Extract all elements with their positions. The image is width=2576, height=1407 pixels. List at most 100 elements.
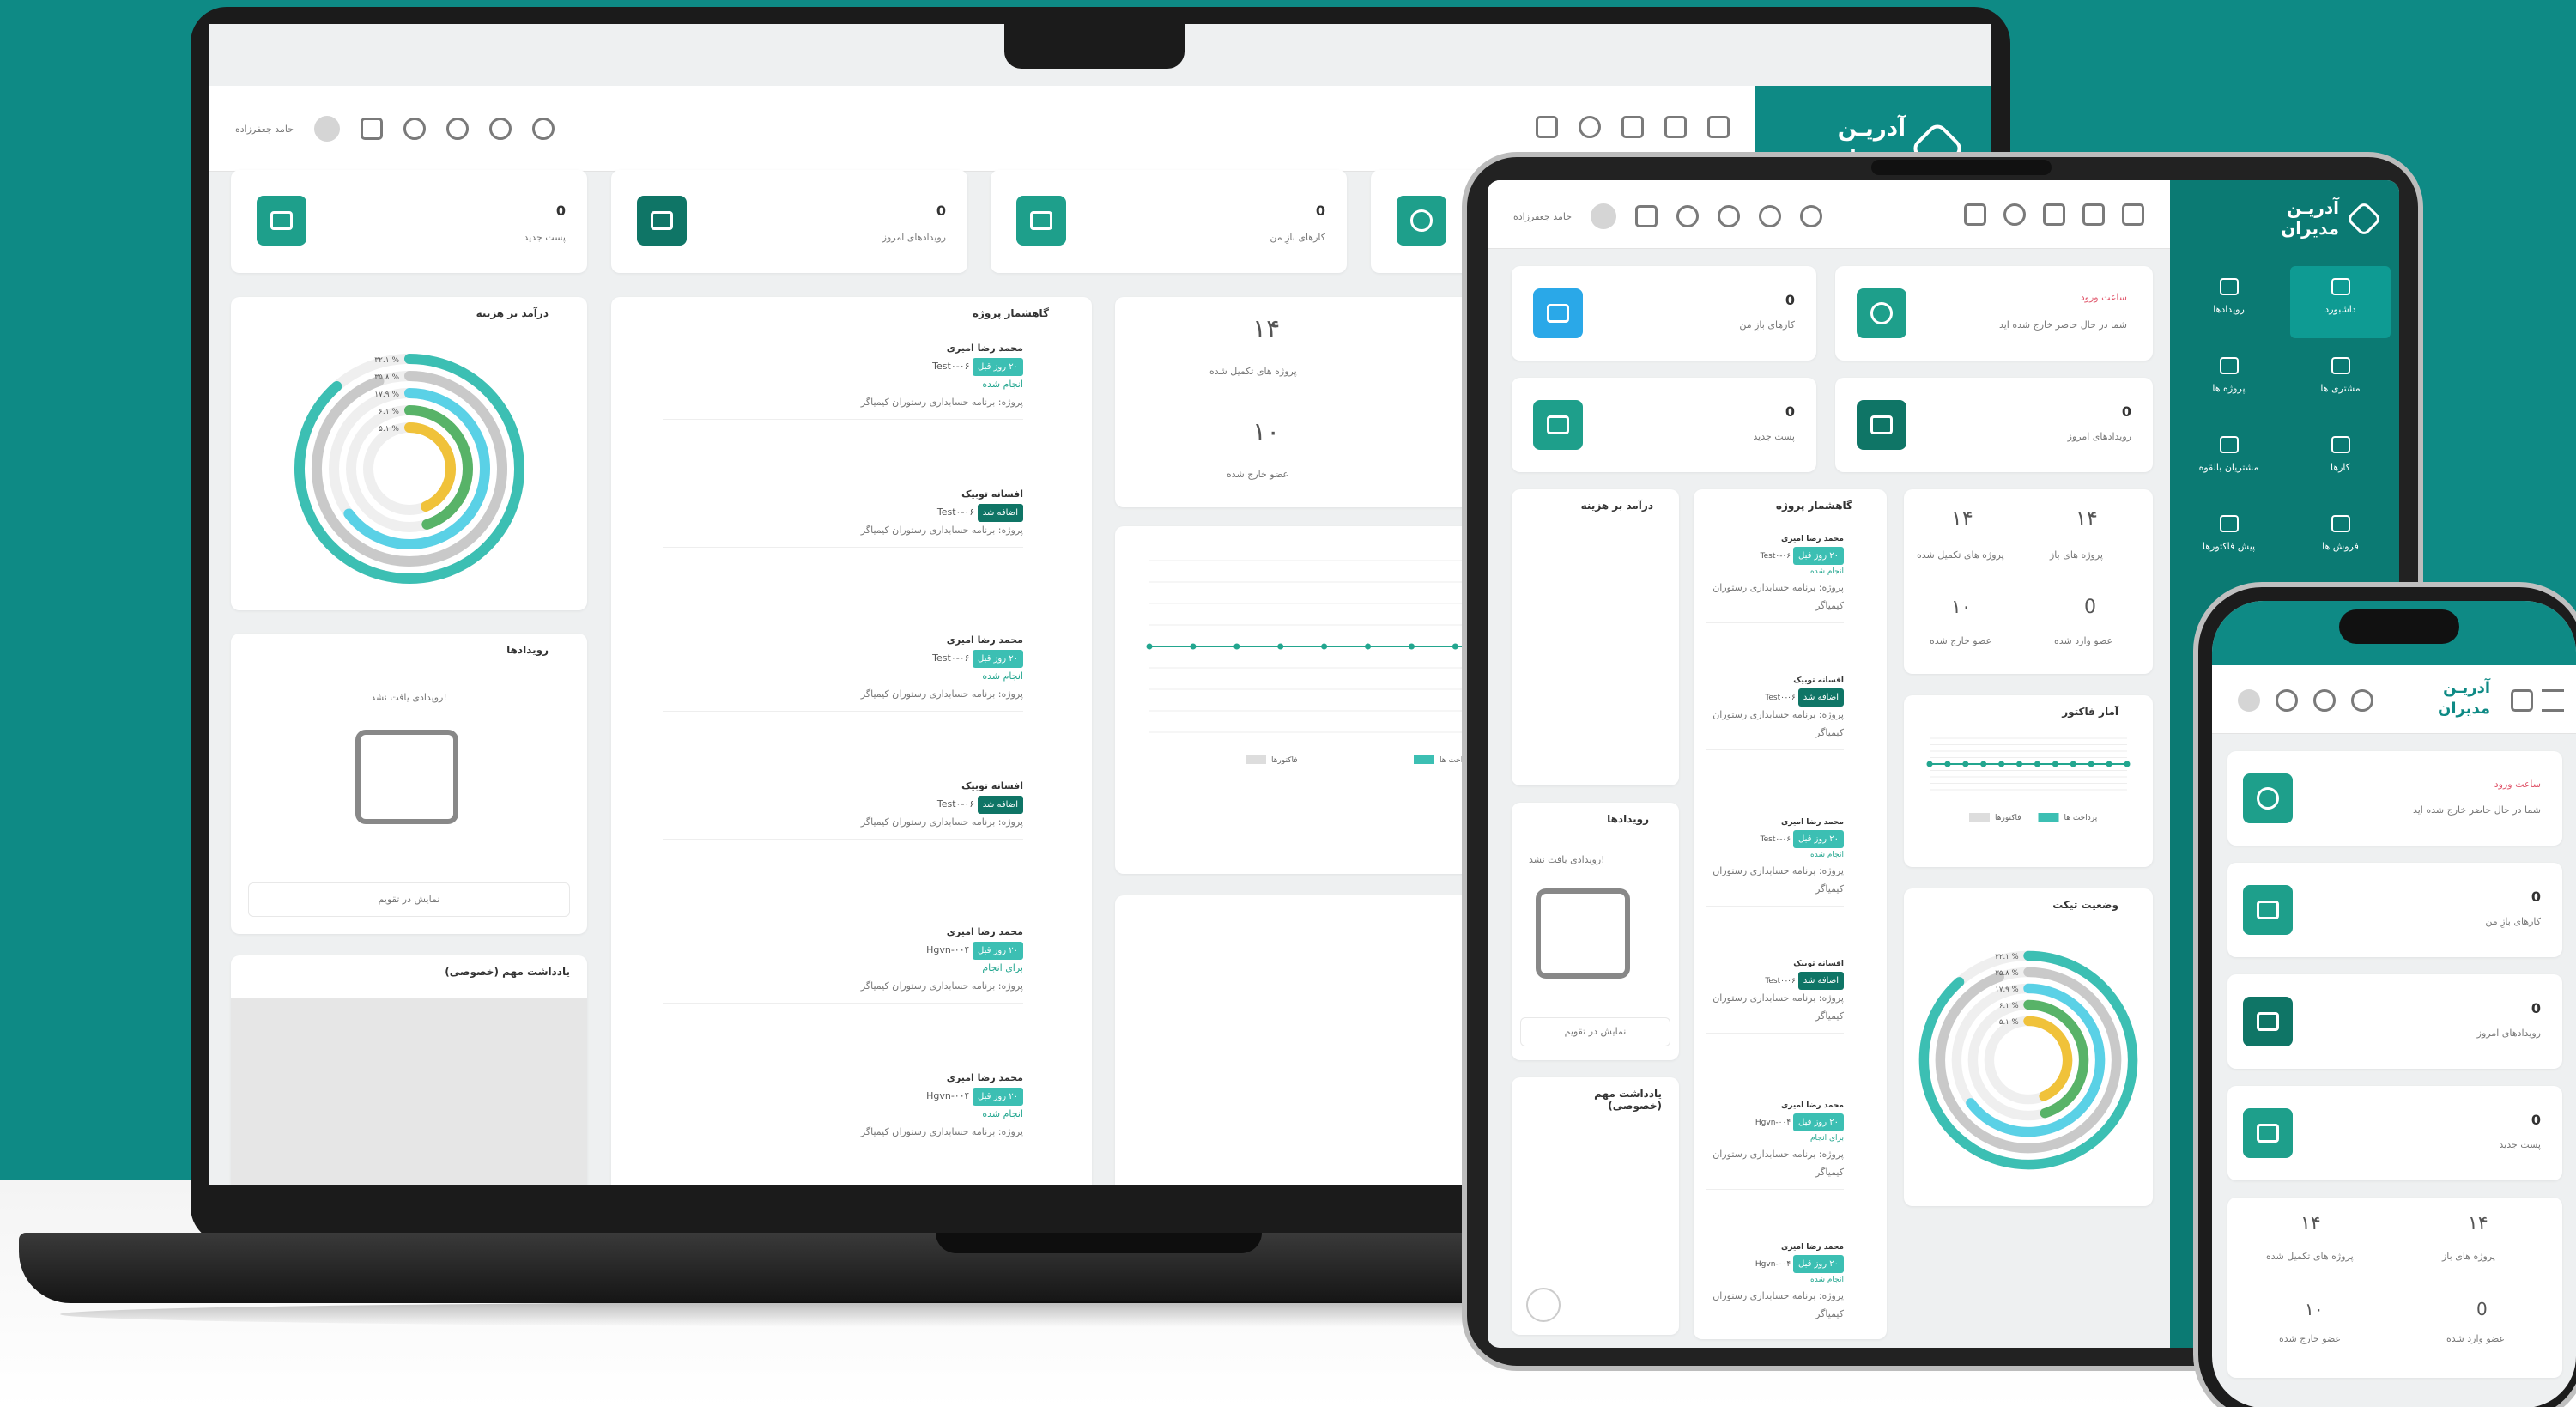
card-new-posts[interactable]: 0 پست جدید <box>2227 1086 2562 1180</box>
tasks-value: 0 <box>1315 203 1325 219</box>
menu-icon[interactable] <box>2542 689 2564 712</box>
open-label: پروژه های باز <box>2050 549 2103 561</box>
card-open-tasks[interactable]: 0 کارهای بازِ من <box>991 170 1347 273</box>
cart-icon <box>2331 515 2350 532</box>
card-today-events[interactable]: 0 رویدادهای امروز <box>2227 974 2562 1069</box>
card-new-posts[interactable]: 0 پست جدید <box>1512 378 1816 472</box>
data-point <box>1146 643 1153 650</box>
sidebar-item[interactable]: فروش ها <box>2290 503 2391 575</box>
monitor-icon[interactable] <box>1964 203 1986 226</box>
mail-icon[interactable] <box>1635 205 1658 227</box>
globe-icon[interactable] <box>1718 205 1741 227</box>
sidebar-item[interactable]: داشبورد <box>2290 266 2391 338</box>
layout-icon[interactable] <box>1664 116 1687 138</box>
user-icon[interactable] <box>1579 116 1601 138</box>
activity-item[interactable]: محمد رضا امیری ۲۰ روز قبل Hgvn-۰۰۴ برای ان… <box>663 924 1023 1004</box>
events-label: رویدادهای امروز <box>2067 431 2131 442</box>
invoice-chart-panel: پرداخت ها فاکتورها <box>1115 526 1476 874</box>
clock-icon <box>1857 288 1906 338</box>
menu-icon[interactable] <box>1707 116 1730 138</box>
activity-name: محمد رضا امیری <box>1781 1101 1844 1110</box>
legend-swatch <box>2038 813 2059 822</box>
activity-name: افسانه توبیک <box>1793 676 1844 685</box>
chat-button[interactable] <box>1526 1288 1561 1322</box>
invoice-line-chart: پرداخت هافاکتورها <box>1146 560 1476 765</box>
activity-item[interactable]: افسانه توبیک اضافه شد Test۰-۰۶ پروژه: برنا… <box>1706 674 1844 750</box>
ring-label: ۳۵.۸ % <box>1995 969 2018 978</box>
completed-label: پروژه های تکمیل شده <box>2266 1251 2354 1262</box>
sidebar-brand-line2: مدیران <box>2281 218 2339 239</box>
user-name[interactable]: حامد جعفرزاده <box>235 124 294 135</box>
search-icon[interactable] <box>1800 205 1823 227</box>
sidebar-item[interactable]: رویدادها <box>2179 266 2279 338</box>
data-point <box>1321 643 1328 650</box>
qr-icon[interactable] <box>2043 203 2065 226</box>
card-checkin[interactable]: ساعت ورود شما در حال حاضر خارج شده اید <box>2227 751 2562 846</box>
activity-item[interactable]: افسانه توبیک اضافه شد Test۰-۰۶ پروژه: برنا… <box>663 778 1023 840</box>
globe-icon[interactable] <box>2313 689 2336 712</box>
qr-icon[interactable] <box>1621 116 1644 138</box>
record-icon[interactable] <box>1759 205 1782 227</box>
record-icon[interactable] <box>489 118 512 140</box>
activity-item[interactable]: افسانه توبیک اضافه شد Test۰-۰۶ پروژه: برنا… <box>1706 957 1844 1034</box>
left-label: عضو خارج شده <box>2279 1333 2342 1344</box>
activity-item[interactable]: افسانه توبیک اضافه شد Test۰-۰۶ پروژه: برنا… <box>663 486 1023 548</box>
avatar[interactable] <box>2238 689 2260 712</box>
search-icon[interactable] <box>532 118 555 140</box>
activity-badge: ۲۰ روز قبل <box>1793 830 1844 849</box>
data-point <box>2052 761 2058 767</box>
sidebar-item[interactable]: مشتریان بالقوه <box>2179 424 2279 496</box>
card-open-tasks[interactable]: 0 کارهای بازِ من <box>2227 863 2562 957</box>
calendar-link[interactable]: نمایش در تقویم <box>1520 1017 1670 1046</box>
avatar[interactable] <box>1591 203 1617 229</box>
activity-item[interactable]: محمد رضا امیری ۲۰ روز قبل Test۰-۰۶ انجام ش… <box>663 632 1023 712</box>
activity-project: پروژه: برنامه حسابداری رستوران کیمیاگر <box>1712 1149 1844 1179</box>
activity-item[interactable]: محمد رضا امیری ۲۰ روز قبل Test۰-۰۶ انجام ش… <box>1706 532 1844 623</box>
activity-item[interactable]: محمد رضا امیری ۲۰ روز قبل Test۰-۰۶ انجام ش… <box>1706 816 1844 907</box>
calendar-icon <box>355 730 458 824</box>
menu-icon[interactable] <box>2122 203 2144 226</box>
user-icon[interactable] <box>2003 203 2026 226</box>
avatar[interactable] <box>314 116 341 142</box>
activity-project: پروژه: برنامه حسابداری رستوران کیمیاگر <box>860 1125 1023 1137</box>
calendar-link[interactable]: نمایش در تقویم <box>248 882 570 917</box>
activity-item[interactable]: محمد رضا امیری ۲۰ روز قبل Hgvn-۰۰۴ انجام ش… <box>1706 1240 1844 1331</box>
post-icon <box>257 196 306 246</box>
project-stats: ۱۴ پروژه های تکمیل شده ۱۰ عضو خارج شده <box>1115 297 1476 507</box>
tasks-label: کارهای بازِ من <box>2485 916 2541 927</box>
record-icon[interactable] <box>2351 689 2373 712</box>
left-label: عضو خارج شده <box>1930 635 1992 646</box>
layout-icon[interactable] <box>2511 689 2533 712</box>
activity-badge: ۲۰ روز قبل <box>1793 1113 1844 1132</box>
activity-item[interactable]: محمد رضا امیری ۲۰ روز قبل Hgvn-۰۰۴ برای ان… <box>1706 1099 1844 1190</box>
bell-icon[interactable] <box>403 118 427 140</box>
card-today-events[interactable]: 0 رویدادهای امروز <box>611 170 967 273</box>
ticket-ring-chart: ۳۲.۱ % ۳۵.۸ % ۱۷.۹ % ۶.۱ % ۵.۱ % <box>1918 950 2138 1170</box>
card-new-posts[interactable]: 0 پست جدید <box>231 170 587 273</box>
mail-icon[interactable] <box>361 118 384 140</box>
sidebar-item[interactable]: پروژه ها <box>2179 345 2279 417</box>
invoice-panel: آمار فاکتور پرداخت ها فاکتورها <box>1904 695 2153 867</box>
monitor-icon[interactable] <box>1536 116 1558 138</box>
sidebar-item[interactable]: پیش فاکتورها <box>2179 503 2279 575</box>
tablet-user-name[interactable]: حامد جعفرزاده <box>1513 211 1572 222</box>
card-open-tasks[interactable]: 0 کارهای بازِ من <box>1512 266 1816 361</box>
activity-task-name: Hgvn-۰۰۴ <box>1755 1119 1794 1128</box>
sidebar-item[interactable]: مشتری ها <box>2290 345 2391 417</box>
card-checkin[interactable]: ساعت ورود شما در حال حاضر خارج شده اید <box>1835 266 2153 361</box>
bell-icon[interactable] <box>2276 689 2298 712</box>
sidebar-item-label: فروش ها <box>2322 541 2359 552</box>
globe-icon[interactable] <box>446 118 470 140</box>
activity-item[interactable]: محمد رضا امیری ۲۰ روز قبل Test۰-۰۶ انجام ش… <box>663 340 1023 420</box>
activity-name: محمد رضا امیری <box>946 926 1023 937</box>
layout-icon[interactable] <box>2082 203 2105 226</box>
activity-status: انجام شده <box>1810 851 1844 860</box>
activity-item[interactable]: محمد رضا امیری ۲۰ روز قبل Hgvn-۰۰۴ انجام ش… <box>663 1070 1023 1149</box>
card-today-events[interactable]: 0 رویدادهای امروز <box>1835 378 2153 472</box>
left-value: ۱۰ <box>1252 417 1281 447</box>
notes-body[interactable] <box>231 998 587 1185</box>
activity-name: محمد رضا امیری <box>1781 1243 1844 1252</box>
sidebar-item[interactable]: کارها <box>2290 424 2391 496</box>
activity-task-name: Test۰-۰۶ <box>936 798 978 810</box>
bell-icon[interactable] <box>1676 205 1700 227</box>
